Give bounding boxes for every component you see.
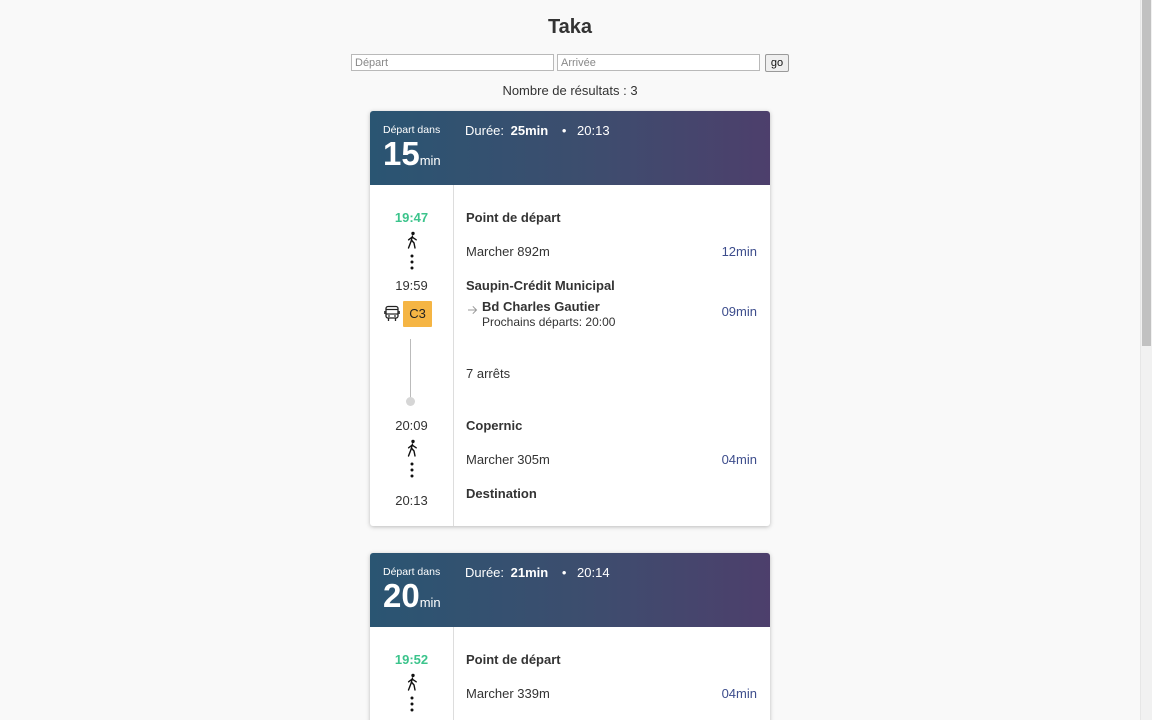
direction-name: Bd Charles Gautier	[482, 299, 600, 314]
departure-unit: min	[419, 153, 441, 168]
start-point-title: Point de départ	[466, 210, 561, 225]
stop-dot	[406, 397, 415, 406]
start-time: 19:52	[394, 652, 429, 667]
walk-step-text: Marcher 305m	[466, 452, 550, 467]
duration-label: Durée:	[465, 123, 505, 138]
results-count: Nombre de résultats : 3	[502, 83, 638, 98]
board-time: 19:59	[395, 278, 428, 293]
walking-person-icon	[370, 673, 453, 696]
walk-step-duration: 12min	[721, 244, 757, 259]
bus-icon	[384, 305, 400, 327]
walk-step-text: Marcher 339m	[466, 686, 550, 701]
duration-value: 25min	[510, 123, 549, 138]
walking-person-icon	[370, 439, 453, 462]
arrival-time: 20:13	[577, 123, 610, 138]
next-departures: Prochains départs: 20:00	[482, 315, 616, 329]
arrival-time: 20:14	[577, 565, 610, 580]
walk-step-duration: 04min	[721, 686, 757, 701]
departure-unit: min	[419, 595, 441, 610]
itinerary-summary: Durée: 25min • 20:13	[465, 123, 610, 138]
walk-step-duration: 04min	[721, 452, 757, 467]
departure-minutes: 15	[383, 135, 420, 172]
scrollbar-thumb[interactable]	[1142, 0, 1151, 346]
itinerary-body: 19:47 19:59 C3 20:09 20:13 Point de dépa…	[370, 185, 770, 526]
departure-countdown: 20min	[383, 576, 441, 616]
go-button[interactable]: go	[765, 54, 789, 72]
start-time: 19:47	[394, 210, 429, 225]
vertical-dots-icon	[370, 254, 453, 275]
timeline-column: 19:47 19:59 C3 20:09 20:13	[370, 185, 454, 526]
arrow-right-icon	[467, 302, 478, 320]
page-scrollbar[interactable]	[1140, 0, 1152, 720]
ride-duration: 09min	[721, 304, 757, 319]
itinerary-card[interactable]: Départ dans 20min Durée: 21min • 20:14 1…	[370, 553, 770, 720]
alighting-stop-name: Copernic	[466, 418, 523, 433]
departure-countdown: 15min	[383, 134, 441, 174]
page-viewport: Taka go Nombre de résultats : 3 Départ d…	[0, 0, 1140, 720]
timeline-column: 19:52	[370, 627, 454, 720]
vertical-dots-icon	[370, 696, 453, 717]
departure-input[interactable]	[351, 54, 554, 71]
vertical-dots-icon	[370, 462, 453, 483]
line-badge: C3	[403, 301, 432, 327]
route-line	[410, 339, 411, 401]
boarding-stop-name: Saupin-Crédit Municipal	[466, 278, 615, 293]
duration-value: 21min	[510, 565, 549, 580]
itinerary-header: Départ dans 20min Durée: 21min • 20:14	[370, 553, 770, 627]
itinerary-header: Départ dans 15min Durée: 25min • 20:13	[370, 111, 770, 185]
itinerary-card[interactable]: Départ dans 15min Durée: 25min • 20:13 1…	[370, 111, 770, 526]
duration-label: Durée:	[465, 565, 505, 580]
arrival-input[interactable]	[557, 54, 760, 71]
walk-step-text: Marcher 892m	[466, 244, 550, 259]
departure-minutes: 20	[383, 577, 420, 614]
itinerary-summary: Durée: 21min • 20:14	[465, 565, 610, 580]
app-title: Taka	[547, 16, 593, 38]
destination-title: Destination	[466, 486, 537, 501]
start-point-title: Point de départ	[466, 652, 561, 667]
walking-person-icon	[370, 231, 453, 254]
alight-time: 20:09	[395, 418, 428, 433]
end-time: 20:13	[395, 493, 428, 508]
summary-separator: •	[561, 123, 567, 138]
itinerary-body: 19:52 Point de départ Marcher 339m 04min	[370, 627, 770, 720]
stops-count[interactable]: 7 arrêts	[466, 366, 510, 381]
summary-separator: •	[561, 565, 567, 580]
